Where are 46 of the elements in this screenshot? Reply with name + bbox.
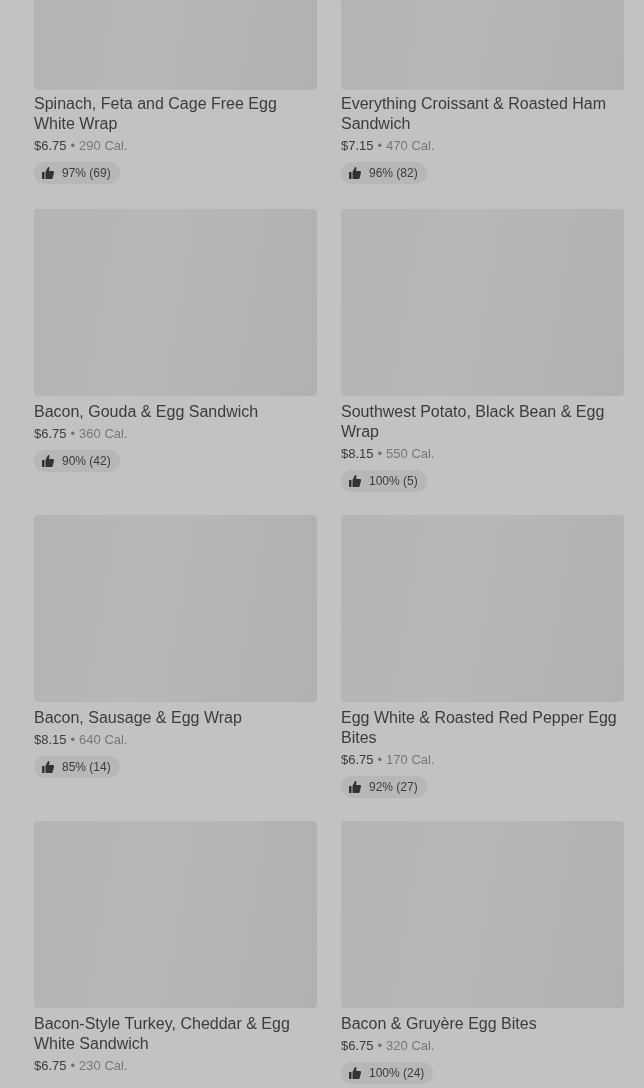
item-name[interactable]: Bacon & Gruyère Egg Bites xyxy=(341,1014,624,1034)
item-price: $6.75 xyxy=(34,425,67,443)
separator: • xyxy=(70,731,76,749)
item-name[interactable]: Everything Croissant & Roasted Ham Sandwich xyxy=(341,94,624,134)
thumbs-up-icon xyxy=(349,1067,361,1079)
thumbs-up-icon xyxy=(42,167,54,179)
item-name[interactable]: Bacon, Gouda & Egg Sandwich xyxy=(34,402,317,422)
separator: • xyxy=(377,751,383,769)
item-price: $6.75 xyxy=(341,751,374,769)
separator: • xyxy=(377,445,383,463)
item-calories: 170 Cal. xyxy=(386,751,435,769)
item-name[interactable]: Spinach, Feta and Cage Free Egg White Wrap xyxy=(34,94,317,134)
thumbs-up-icon xyxy=(349,475,361,487)
rating-text: 92% (27) xyxy=(369,779,418,796)
item-calories: 290 Cal. xyxy=(79,137,128,155)
rating-text: 96% (82) xyxy=(369,165,418,182)
item-price: $6.75 xyxy=(34,1057,67,1075)
separator: • xyxy=(70,1057,76,1075)
separator: • xyxy=(70,137,76,155)
item-price: $7.15 xyxy=(341,137,374,155)
separator: • xyxy=(70,425,76,443)
item-price: $8.15 xyxy=(34,731,67,749)
item-name[interactable]: Bacon-Style Turkey, Cheddar & Egg White Sandwich xyxy=(34,1014,317,1054)
rating-text: 100% (24) xyxy=(369,1065,425,1082)
rating-text: 100% (5) xyxy=(369,473,418,490)
separator: • xyxy=(377,1037,383,1055)
thumbs-up-icon xyxy=(349,781,361,793)
item-price: $8.15 xyxy=(341,445,374,463)
thumbs-up-icon xyxy=(42,761,54,773)
item-name[interactable]: Egg White & Roasted Red Pepper Egg Bites xyxy=(341,708,624,748)
item-calories: 550 Cal. xyxy=(386,445,435,463)
item-name[interactable]: Bacon, Sausage & Egg Wrap xyxy=(34,708,317,728)
rating-text: 97% (69) xyxy=(62,165,111,182)
item-calories: 470 Cal. xyxy=(386,137,435,155)
item-calories: 360 Cal. xyxy=(79,425,128,443)
thumbs-up-icon xyxy=(349,167,361,179)
separator: • xyxy=(377,137,383,155)
item-calories: 320 Cal. xyxy=(386,1037,435,1055)
rating-text: 90% (42) xyxy=(62,453,111,470)
item-calories: 640 Cal. xyxy=(79,731,128,749)
item-price: $6.75 xyxy=(34,137,67,155)
thumbs-up-icon xyxy=(42,455,54,467)
item-price: $6.75 xyxy=(341,1037,374,1055)
item-calories: 230 Cal. xyxy=(79,1057,128,1075)
rating-text: 85% (14) xyxy=(62,759,111,776)
item-name[interactable]: Southwest Potato, Black Bean & Egg Wrap xyxy=(341,402,624,442)
